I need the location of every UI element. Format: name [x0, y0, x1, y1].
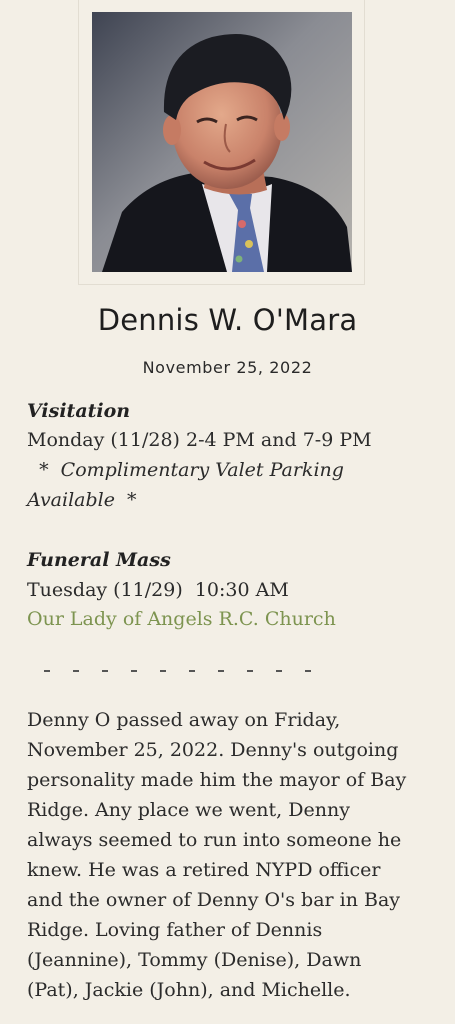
funeral-mass-schedule: Tuesday (11/29) 10:30 AM: [27, 579, 289, 601]
obituary-text-line: knew. He was a retired NYPD officer: [27, 859, 381, 881]
obituary-text-line: (Pat), Jackie (John), and Michelle.: [27, 979, 351, 1001]
obituary-text-line: always seemed to run into someone he: [27, 829, 402, 851]
deceased-name: Dennis W. O'Mara: [97, 303, 358, 337]
obituary-text-line: Ridge. Loving father of Dennis: [27, 919, 323, 941]
portrait-photo: [92, 12, 352, 272]
obituary-text-line: Ridge. Any place we went, Denny: [27, 799, 350, 821]
church-link[interactable]: Our Lady of Angels R.C. Church: [27, 604, 336, 634]
section-divider: [44, 660, 334, 680]
visitation-schedule: Monday (11/28) 2-4 PM and 7-9 PM: [27, 429, 372, 451]
valet-note-line1: * Complimentary Valet Parking: [27, 459, 344, 481]
valet-note-line2: Available *: [27, 489, 137, 511]
date-of-passing: November 25, 2022: [142, 358, 313, 377]
visitation-heading: Visitation: [27, 400, 131, 422]
funeral-mass-heading: Funeral Mass: [27, 549, 171, 571]
obituary-text-line: personality made him the mayor of Bay: [27, 769, 407, 791]
obituary-text-line: (Jeannine), Tommy (Denise), Dawn: [27, 949, 362, 971]
obituary-text-line: Denny O passed away on Friday,: [27, 709, 341, 731]
obituary-text-line: November 25, 2022. Denny's outgoing: [27, 739, 399, 761]
obituary-text-line: and the owner of Denny O's bar in Bay: [27, 889, 401, 911]
